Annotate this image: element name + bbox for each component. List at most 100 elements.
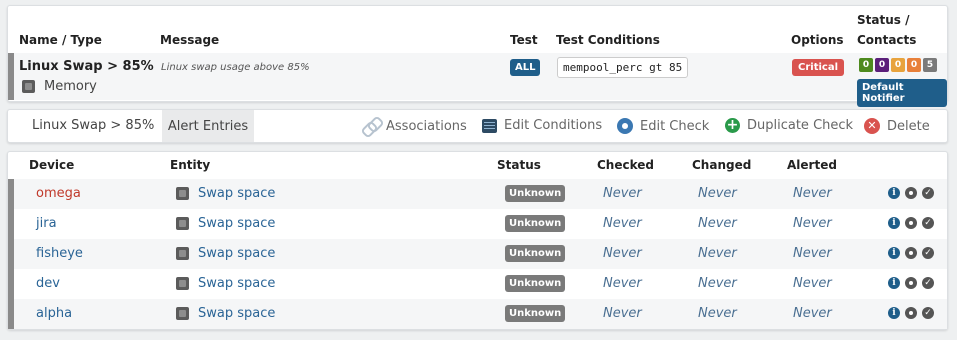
status-badge: Unknown	[505, 275, 566, 292]
status-badge: Unknown	[505, 305, 566, 322]
table-row[interactable]: dev Swap space Unknown Never Never Never…	[8, 269, 947, 299]
close-icon: ✕	[864, 118, 880, 134]
entity-label: Swap space	[198, 186, 276, 201]
row-actions: i ✓	[888, 217, 934, 229]
check-icon[interactable]: ✓	[922, 217, 934, 229]
info-icon[interactable]: i	[888, 187, 900, 199]
check-icon[interactable]: ✓	[922, 247, 934, 259]
table-row[interactable]: omega Swap space Unknown Never Never Nev…	[8, 179, 947, 209]
device-link[interactable]: jira	[36, 216, 57, 231]
check-icon[interactable]: ✓	[922, 187, 934, 199]
changed-value: Never	[698, 306, 737, 321]
test-condition: mempool_perc gt 85	[557, 57, 689, 78]
entity-link[interactable]: Swap space	[176, 186, 275, 201]
edit-check-button[interactable]: Edit Check	[617, 118, 709, 134]
checked-value: Never	[603, 186, 642, 201]
link-icon	[362, 118, 379, 135]
plus-icon: +	[725, 117, 740, 133]
checked-value: Never	[603, 246, 642, 261]
check-icon[interactable]: ✓	[922, 307, 934, 319]
row-actions: i ✓	[888, 247, 934, 259]
check-row: Linux Swap > 85% Memory Linux swap usage…	[8, 53, 947, 107]
entity-label: Swap space	[198, 276, 276, 291]
table-row[interactable]: alpha Swap space Unknown Never Never Nev…	[8, 299, 947, 329]
changed-value: Never	[698, 276, 737, 291]
alerted-value: Never	[793, 216, 832, 231]
status-count-alert[interactable]: 0	[907, 58, 921, 72]
entity-label: Swap space	[198, 306, 276, 321]
tab-alert-entries[interactable]: Alert Entries	[162, 110, 254, 142]
associations-label: Associations	[386, 119, 467, 134]
header-name-type: Name / Type	[19, 33, 102, 47]
info-icon[interactable]: i	[888, 277, 900, 289]
entity-link[interactable]: Swap space	[176, 276, 275, 291]
edit-check-label: Edit Check	[640, 118, 710, 134]
header-checked: Checked	[597, 158, 654, 172]
status-count-ok[interactable]: 0	[859, 58, 873, 72]
delete-button[interactable]: ✕ Delete	[864, 118, 930, 134]
entity-link[interactable]: Swap space	[176, 306, 275, 321]
entity-link[interactable]: Swap space	[176, 246, 275, 261]
header-test-conditions: Test Conditions	[556, 33, 660, 47]
entity-label: Swap space	[198, 216, 276, 231]
option-critical-badge: Critical	[792, 59, 845, 76]
check-type-label: Memory	[44, 79, 97, 94]
entity-label: Swap space	[198, 246, 276, 261]
header-alerted: Alerted	[787, 158, 837, 172]
checked-value: Never	[603, 306, 642, 321]
header-message: Message	[160, 33, 220, 47]
checked-value: Never	[603, 276, 642, 291]
status-count-unknown[interactable]: 5	[923, 58, 937, 72]
alert-check-summary: Name / Type Message Test Test Conditions…	[7, 5, 948, 107]
alert-entries-table: Device Entity Status Checked Changed Ale…	[7, 151, 948, 330]
gear-icon[interactable]	[905, 217, 917, 229]
header-contacts: Contacts	[857, 33, 917, 47]
info-icon[interactable]: i	[888, 247, 900, 259]
memory-chip-icon	[22, 80, 35, 93]
check-icon[interactable]: ✓	[922, 277, 934, 289]
table-row[interactable]: jira Swap space Unknown Never Never Neve…	[8, 209, 947, 239]
device-link[interactable]: alpha	[36, 306, 72, 321]
memory-chip-icon	[176, 247, 189, 260]
test-all-badge[interactable]: ALL	[510, 59, 541, 76]
row-actions: i ✓	[888, 187, 934, 199]
associations-button[interactable]: Associations	[362, 118, 467, 135]
entity-link[interactable]: Swap space	[176, 216, 275, 231]
gear-icon[interactable]	[905, 277, 917, 289]
header-changed: Changed	[692, 158, 752, 172]
row-actions: i ✓	[888, 277, 934, 289]
toolbar-check-title[interactable]: Linux Swap > 85%	[32, 118, 154, 133]
header-entity: Entity	[170, 158, 211, 172]
status-badge: Unknown	[505, 245, 566, 262]
alerted-value: Never	[793, 186, 832, 201]
header-options: Options	[791, 33, 844, 47]
status-count-warning[interactable]: 0	[891, 58, 905, 72]
gear-icon	[617, 118, 633, 134]
edit-conditions-label: Edit Conditions	[504, 118, 603, 133]
gear-icon[interactable]	[905, 187, 917, 199]
header-status: Status	[497, 158, 541, 172]
duplicate-check-label: Duplicate Check	[747, 118, 854, 133]
changed-value: Never	[698, 246, 737, 261]
device-link[interactable]: fisheye	[36, 246, 83, 261]
table-row[interactable]: fisheye Swap space Unknown Never Never N…	[8, 239, 947, 269]
status-count-purple[interactable]: 0	[875, 58, 889, 72]
device-link[interactable]: dev	[36, 276, 60, 291]
device-link[interactable]: omega	[36, 186, 81, 201]
info-icon[interactable]: i	[888, 307, 900, 319]
memory-chip-icon	[176, 217, 189, 230]
duplicate-check-button[interactable]: + Duplicate Check	[725, 118, 853, 133]
alerted-value: Never	[793, 246, 832, 261]
edit-conditions-button[interactable]: Edit Conditions	[482, 118, 602, 133]
row-actions: i ✓	[888, 307, 934, 319]
changed-value: Never	[698, 186, 737, 201]
gear-icon[interactable]	[905, 307, 917, 319]
status-badge: Unknown	[505, 185, 566, 202]
default-notifier-button[interactable]: Default Notifier	[857, 79, 947, 107]
check-message: Linux swap usage above 85%	[161, 62, 310, 73]
status-counts: 0 0 0 0 5	[859, 58, 939, 72]
alerted-value: Never	[793, 306, 832, 321]
memory-chip-icon	[176, 277, 189, 290]
gear-icon[interactable]	[905, 247, 917, 259]
info-icon[interactable]: i	[888, 217, 900, 229]
